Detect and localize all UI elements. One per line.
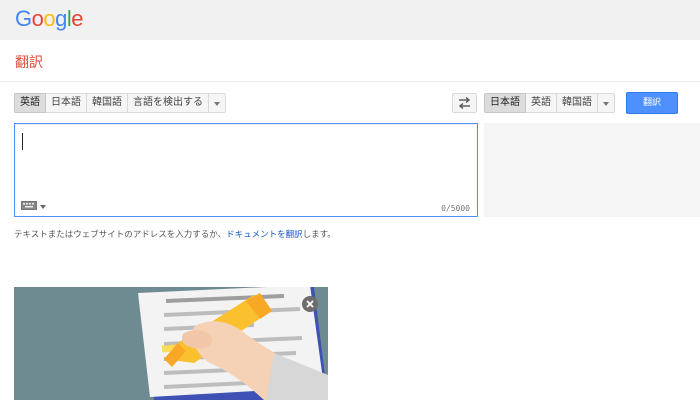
logo-letter-o2: o: [43, 6, 56, 31]
character-count: 0/5000: [441, 204, 470, 213]
top-bar: [0, 0, 700, 40]
hint-text-end: します。: [302, 230, 336, 240]
logo-letter-g2: g: [55, 6, 67, 31]
target-lang-dropdown[interactable]: [598, 93, 615, 113]
logo-letter-g: G: [15, 6, 32, 31]
close-icon: [306, 300, 314, 308]
translation-output: [484, 123, 700, 217]
text-cursor: [22, 133, 23, 150]
source-lang-english[interactable]: 英語: [14, 93, 46, 113]
target-lang-japanese[interactable]: 日本語: [484, 93, 526, 113]
logo-letter-o1: o: [31, 6, 44, 31]
source-language-bar: 英語 日本語 韓国語 言語を検出する: [14, 93, 226, 113]
source-lang-korean[interactable]: 韓国語: [87, 93, 128, 113]
source-lang-dropdown[interactable]: [209, 93, 226, 113]
sub-header: [0, 40, 700, 82]
hint-text: テキストまたはウェブサイトのアドレスを入力するか、: [14, 230, 227, 240]
target-language-bar: 日本語 英語 韓国語: [484, 93, 615, 113]
target-lang-korean[interactable]: 韓国語: [557, 93, 598, 113]
translate-button[interactable]: 翻訳: [626, 92, 678, 114]
swap-icon: [458, 96, 471, 110]
document-highlighter-illustration: [14, 287, 328, 400]
source-lang-japanese[interactable]: 日本語: [46, 93, 87, 113]
keyboard-icon[interactable]: [21, 201, 37, 210]
source-text-input[interactable]: 0/5000: [14, 123, 478, 217]
source-lang-detect[interactable]: 言語を検出する: [128, 93, 209, 113]
input-hint: テキストまたはウェブサイトのアドレスを入力するか、ドキュメントを翻訳します。: [14, 228, 336, 240]
logo-letter-e: e: [71, 6, 84, 31]
translate-document-link[interactable]: ドキュメントを翻訳: [226, 230, 303, 240]
page-title: 翻訳: [15, 55, 43, 71]
target-lang-english[interactable]: 英語: [526, 93, 557, 113]
promo-close-button[interactable]: [302, 296, 318, 312]
keyboard-dropdown-chevron-down-icon[interactable]: [40, 205, 46, 209]
promo-illustration: [14, 287, 328, 400]
swap-languages-button[interactable]: [452, 93, 477, 113]
google-logo[interactable]: Google: [15, 6, 84, 32]
